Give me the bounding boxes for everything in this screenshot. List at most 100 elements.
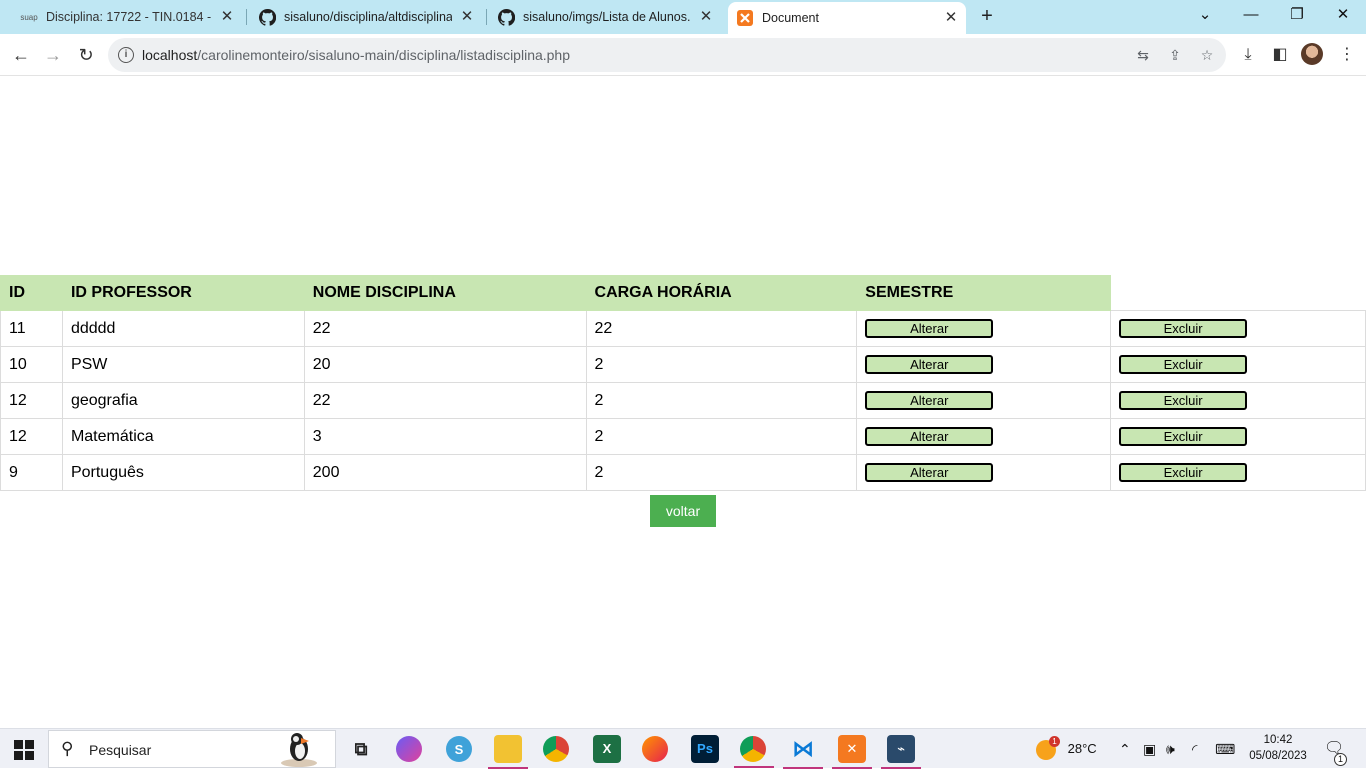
disciplinas-table: ID ID PROFESSOR NOME DISCIPLINA CARGA HO…: [0, 275, 1366, 491]
show-hidden-icons-chevron-icon[interactable]: ⌃: [1119, 729, 1131, 769]
forward-button[interactable]: →: [40, 42, 66, 68]
address-bar[interactable]: i localhost/carolinemonteiro/sisaluno-ma…: [108, 38, 1226, 72]
excluir-button[interactable]: Excluir: [1119, 355, 1248, 374]
download-icon[interactable]: ⤓: [1237, 44, 1259, 66]
cell-excluir: Excluir: [1110, 382, 1366, 419]
cell-id-professor: Matemática: [61, 418, 305, 455]
tab-title: sisaluno/imgs/Lista de Alunos.pn: [523, 10, 691, 24]
cell-alterar: Alterar: [856, 346, 1112, 383]
xampp-icon: [736, 9, 754, 27]
reload-button[interactable]: ↻: [73, 42, 99, 68]
xampp-taskbar-icon[interactable]: ✕: [832, 735, 872, 769]
github-icon: [497, 8, 515, 26]
menu-icon[interactable]: ⋮: [1336, 44, 1358, 66]
voltar-button[interactable]: voltar: [650, 495, 716, 527]
tab-separator: [246, 9, 247, 25]
table-row: 12 Matemática 3 2 Alterar Excluir: [0, 418, 1366, 455]
back-button[interactable]: ←: [8, 42, 34, 68]
clock-time: 10:42: [1263, 734, 1293, 746]
temperature: 28°C: [1067, 741, 1097, 756]
excluir-button[interactable]: Excluir: [1119, 427, 1248, 446]
cell-id: 10: [0, 346, 63, 383]
cell-alterar: Alterar: [856, 382, 1112, 419]
close-icon[interactable]: ✕: [697, 8, 715, 26]
share-icon[interactable]: ⇪: [1166, 46, 1184, 64]
weather-widget[interactable]: 1 28°C: [1036, 729, 1097, 769]
tab-document[interactable]: Document ✕: [728, 2, 966, 34]
excluir-button[interactable]: Excluir: [1119, 391, 1248, 410]
close-icon[interactable]: ✕: [218, 8, 236, 26]
cell-excluir: Excluir: [1110, 418, 1366, 455]
site-info-icon[interactable]: i: [118, 47, 134, 63]
photoshop-icon[interactable]: Ps: [691, 735, 719, 763]
cell-nome-disciplina: 3: [303, 418, 587, 455]
translate-icon[interactable]: ⇆: [1134, 46, 1152, 64]
windows-start-icon[interactable]: [14, 740, 34, 760]
alterar-button[interactable]: Alterar: [865, 391, 994, 410]
url-text[interactable]: localhost/carolinemonteiro/sisaluno-main…: [142, 47, 570, 63]
cell-excluir: Excluir: [1110, 310, 1366, 347]
chrome-icon[interactable]: [543, 736, 569, 762]
cell-id: 9: [0, 454, 63, 491]
weather-badge: 1: [1049, 735, 1060, 747]
tab-altdisciplina[interactable]: sisaluno/disciplina/altdisciplina.p ✕: [252, 0, 482, 34]
firefox-icon[interactable]: [642, 736, 668, 762]
cell-carga-horaria: 2: [585, 346, 858, 383]
tab-title: Disciplina: 17722 - TIN.0184 - Pro: [46, 10, 212, 24]
file-explorer-icon[interactable]: [488, 735, 528, 769]
header-carga-horaria: CARGA HORÁRIA: [585, 275, 858, 311]
chrome-profile-icon[interactable]: [734, 736, 774, 768]
restore-button[interactable]: ❐: [1274, 0, 1320, 30]
vscode-icon[interactable]: ⋈: [783, 735, 823, 769]
cell-excluir: Excluir: [1110, 454, 1366, 491]
bookmark-star-icon[interactable]: ☆: [1198, 46, 1216, 64]
suap-icon: suap: [20, 12, 38, 22]
tab-suap[interactable]: suap Disciplina: 17722 - TIN.0184 - Pro …: [14, 0, 242, 34]
tab-strip: suap Disciplina: 17722 - TIN.0184 - Pro …: [0, 0, 1366, 34]
alterar-button[interactable]: Alterar: [865, 355, 994, 374]
device-icon[interactable]: ▣: [1143, 729, 1156, 769]
clock-date: 05/08/2023: [1249, 750, 1307, 762]
keyboard-icon[interactable]: ⌨: [1215, 729, 1235, 769]
mysql-workbench-icon[interactable]: ⌁: [881, 735, 921, 769]
sun-icon: 1: [1036, 735, 1060, 760]
alterar-button[interactable]: Alterar: [865, 427, 994, 446]
copilot-icon[interactable]: [396, 736, 422, 762]
volume-icon[interactable]: 🕪: [1166, 729, 1175, 769]
alterar-button[interactable]: Alterar: [865, 463, 994, 482]
side-panel-icon[interactable]: ◧: [1269, 44, 1291, 66]
cell-carga-horaria: 2: [585, 418, 858, 455]
notification-count: 1: [1334, 753, 1347, 766]
cell-alterar: Alterar: [856, 310, 1112, 347]
cell-carga-horaria: 2: [585, 454, 858, 491]
new-tab-button[interactable]: +: [976, 6, 998, 28]
url-host: localhost: [142, 47, 198, 63]
header-id: ID: [0, 275, 63, 311]
wifi-icon[interactable]: ◜: [1192, 729, 1197, 769]
search-placeholder: Pesquisar: [89, 742, 152, 758]
search-icon: ⚲: [61, 739, 74, 758]
cell-id-professor: geografia: [61, 382, 305, 419]
header-semestre: SEMESTRE: [856, 275, 1112, 311]
github-icon: [258, 8, 276, 26]
task-view-icon[interactable]: ⧉: [347, 735, 375, 763]
table-row: 11 ddddd 22 22 Alterar Excluir: [0, 310, 1366, 347]
close-icon[interactable]: ✕: [458, 8, 476, 26]
header-id-professor: ID PROFESSOR: [61, 275, 305, 311]
skype-icon[interactable]: S: [446, 736, 472, 762]
excluir-button[interactable]: Excluir: [1119, 319, 1248, 338]
system-clock[interactable]: 10:42 05/08/2023: [1244, 732, 1312, 764]
close-window-button[interactable]: ✕: [1320, 0, 1366, 30]
close-icon[interactable]: ✕: [942, 9, 960, 27]
notification-icon[interactable]: 🗨 1: [1324, 729, 1347, 769]
page-content: ID ID PROFESSOR NOME DISCIPLINA CARGA HO…: [0, 77, 1366, 727]
excluir-button[interactable]: Excluir: [1119, 463, 1248, 482]
taskbar: ⚲ Pesquisar ⧉ S X Ps ⋈ ✕ ⌁ 1 28°C ⌃ ▣ 🕪 …: [0, 728, 1366, 769]
profile-avatar[interactable]: [1301, 43, 1323, 65]
alterar-button[interactable]: Alterar: [865, 319, 994, 338]
tab-search-button[interactable]: ⌄: [1182, 0, 1228, 30]
excel-icon[interactable]: X: [593, 735, 621, 763]
taskbar-search[interactable]: ⚲ Pesquisar: [48, 730, 336, 768]
minimize-button[interactable]: —: [1228, 0, 1274, 30]
tab-lista-alunos[interactable]: sisaluno/imgs/Lista de Alunos.pn ✕: [491, 0, 721, 34]
